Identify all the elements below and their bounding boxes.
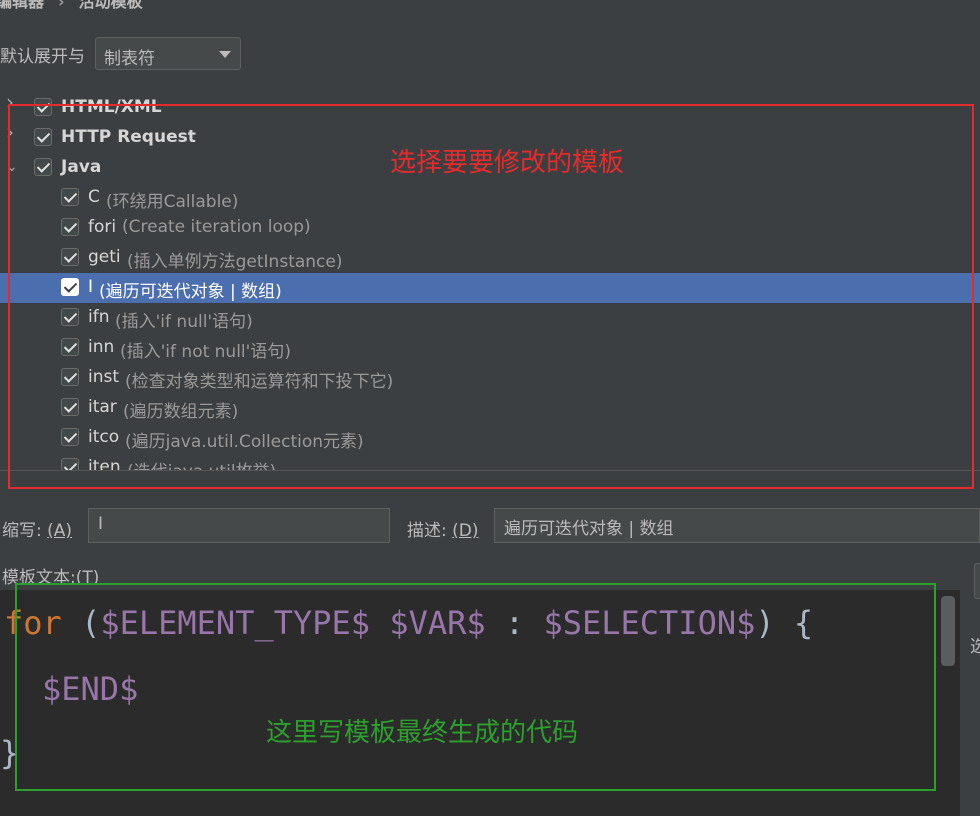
annotation-green-note: 这里写模板最终生成的代码 (266, 718, 579, 748)
edit-variables-button[interactable] (974, 563, 980, 599)
abbreviation-mnemonic: (A) (47, 521, 73, 541)
abbreviation-label-text: 缩写: (2, 521, 42, 541)
expand-with-label: 默认展开与 (0, 47, 85, 67)
annotation-red-note: 选择要要修改的模板 (390, 148, 625, 178)
chevron-down-icon (219, 51, 231, 58)
description-label-text: 描述: (407, 521, 447, 541)
abbreviation-input[interactable]: I (88, 508, 390, 543)
description-label: 描述: (D) (407, 516, 479, 541)
expand-with-value: 制表符 (104, 49, 155, 69)
expand-with-dropdown[interactable]: 制表符 (95, 37, 241, 70)
breadcrumb: 编辑器 › 活动模板 (0, 0, 143, 12)
editor-scrollbar[interactable] (941, 596, 955, 666)
options-label-fragment: 选 (970, 637, 980, 657)
breadcrumb-parent[interactable]: 编辑器 (0, 0, 44, 11)
abbreviation-label: 缩写: (A) (2, 516, 72, 541)
breadcrumb-current: 活动模板 (78, 0, 143, 11)
description-mnemonic: (D) (452, 521, 479, 541)
annotation-green-box (15, 583, 936, 791)
description-input[interactable]: 遍历可迭代对象 | 数组 (494, 508, 980, 543)
breadcrumb-separator-icon: › (58, 0, 65, 11)
